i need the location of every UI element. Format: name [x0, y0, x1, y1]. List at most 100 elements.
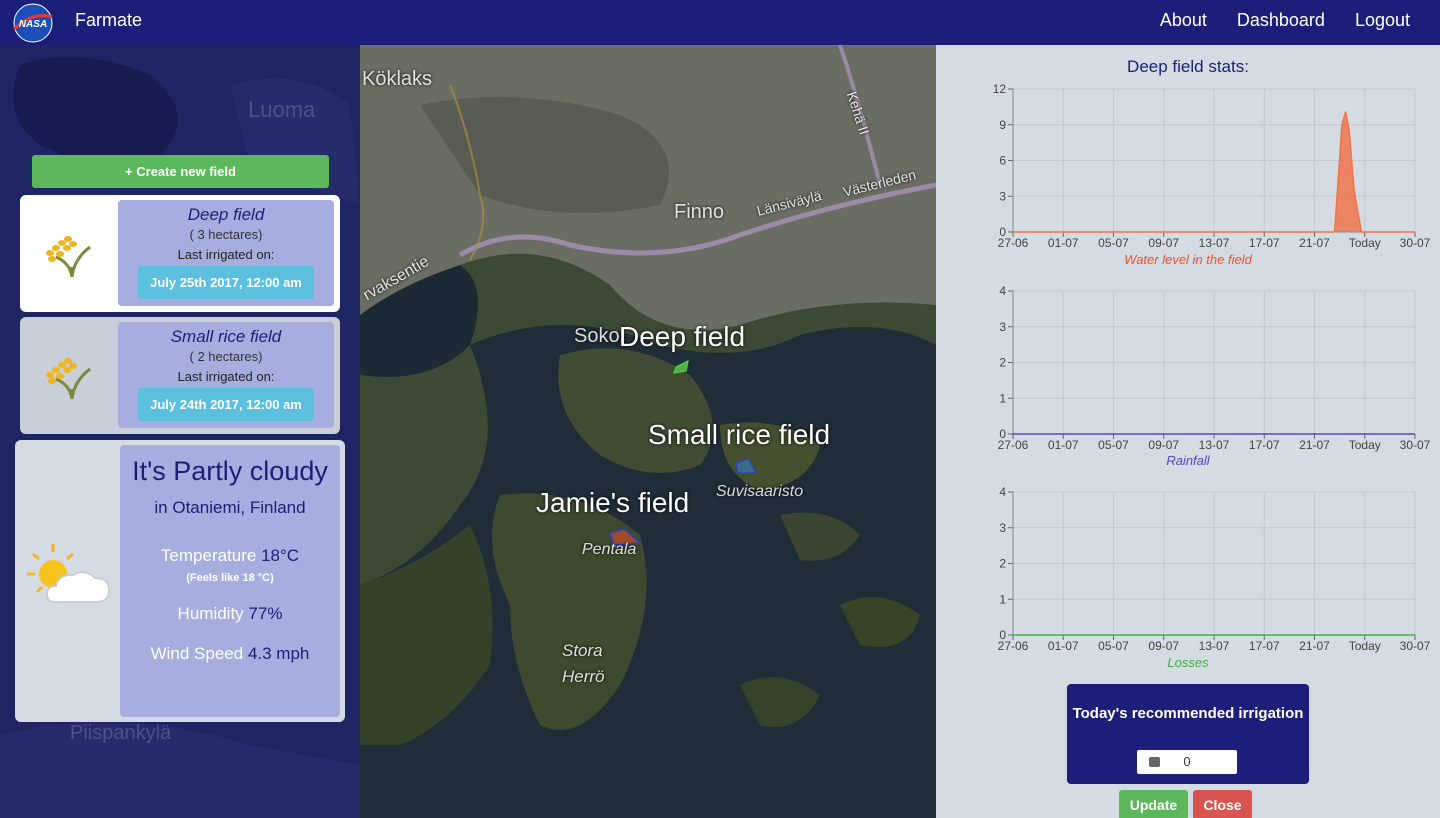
- x-tick-label: 05-07: [1098, 438, 1129, 452]
- map-place-soko: Soko: [574, 325, 620, 347]
- x-tick-label: 21-07: [1299, 639, 1330, 653]
- last-irrigated-label: Last irrigated on:: [177, 369, 275, 384]
- create-field-button[interactable]: + Create new field: [32, 155, 329, 188]
- recommended-irrigation-value: 0: [1183, 754, 1191, 769]
- y-tick-label: 2: [999, 557, 1006, 571]
- x-tick-label: 30-07: [1400, 639, 1431, 653]
- sidebar-place-luoma: Luoma: [248, 97, 316, 122]
- map-label-deep-field[interactable]: Deep field: [619, 321, 745, 353]
- x-tick-label: 17-07: [1249, 438, 1280, 452]
- water-level-svg: 03691227-06 01-07 05-07 09-07 13-07 17-07 21-0…: [993, 82, 1431, 250]
- temperature-label: Temperature: [160, 546, 257, 565]
- nav-dashboard[interactable]: Dashboard: [1237, 10, 1325, 31]
- feels-like: (Feels like 18 °C): [186, 572, 274, 584]
- y-tick-label: 3: [999, 189, 1006, 203]
- field-info-small-rice: Small rice field ( 2 hectares) Last irri…: [118, 322, 334, 428]
- sidebar-place-piispankyla: Piispankylä: [70, 722, 172, 744]
- x-tick-label: 17-07: [1249, 236, 1280, 250]
- x-tick-label: 01-07: [1048, 438, 1079, 452]
- x-tick-label: 21-07: [1299, 438, 1330, 452]
- recommended-irrigation-input[interactable]: 0: [1137, 750, 1237, 774]
- y-tick-label: 9: [999, 118, 1006, 132]
- x-tick-label: Today: [1349, 438, 1381, 452]
- svg-text:NASA: NASA: [19, 19, 47, 30]
- x-tick-label: 01-07: [1048, 639, 1079, 653]
- stats-panel: Deep field stats: 0 3 6 9 12 27-06 01-07 05-07 0…: [936, 45, 1440, 818]
- rainfall-svg: 0123427-06 01-07 05-07 09-07 13-07 17-07 21-07…: [998, 284, 1431, 452]
- weather-card: It's Partly cloudy in Otaniemi, Finland …: [15, 440, 345, 722]
- y-tick-label: 3: [999, 521, 1006, 535]
- x-tick-label: 27-06: [998, 236, 1029, 250]
- chart-water-level: 0 3 6 9 12 27-06 01-07 05-07 09-07 13-07 17-07 21-0…: [936, 75, 1440, 250]
- y-tick-label: 1: [999, 391, 1006, 405]
- map-place-koklaks: Köklaks: [362, 68, 433, 90]
- x-tick-label: 30-07: [1400, 236, 1431, 250]
- rice-plant-icon: [46, 358, 91, 400]
- y-tick-label: 4: [999, 284, 1006, 298]
- field-name: Deep field: [187, 205, 265, 224]
- weather-location: in Otaniemi, Finland: [154, 498, 306, 517]
- field-card-deep[interactable]: Deep field ( 3 hectares) Last irrigated …: [20, 195, 340, 312]
- nasa-logo[interactable]: NASA: [12, 3, 54, 43]
- weather-humidity: Humidity 77%: [120, 604, 340, 624]
- field-name: Small rice field: [170, 327, 282, 346]
- y-tick-label: 1: [999, 592, 1006, 606]
- x-tick-label: 21-07: [1299, 236, 1330, 250]
- x-tick-label: 13-07: [1199, 236, 1230, 250]
- nav-about[interactable]: About: [1160, 10, 1207, 31]
- nav-links: About Dashboard Logout: [1160, 10, 1410, 31]
- wind-value: 4.3 mph: [247, 644, 310, 663]
- close-button[interactable]: Close: [1193, 790, 1252, 818]
- weather-temperature: Temperature 18°C: [120, 546, 340, 566]
- update-button[interactable]: Update: [1119, 790, 1188, 818]
- x-tick-label: 05-07: [1098, 639, 1129, 653]
- chart-caption-losses: Losses: [1167, 655, 1209, 670]
- humidity-label: Humidity: [177, 604, 244, 623]
- last-irrigated-date[interactable]: July 25th 2017, 12:00 am: [138, 266, 314, 299]
- x-tick-label: 01-07: [1048, 236, 1079, 250]
- input-handle-icon: [1149, 757, 1160, 767]
- map-place-finno: Finno: [674, 201, 725, 223]
- x-tick-label: 13-07: [1199, 438, 1230, 452]
- sidebar: Luoma Piispankylä + Create new field Dee…: [0, 45, 360, 818]
- chart-losses: 0 1 2 3 4 27-06 01-07 05-07 09-07 13-07 17-07 21-07…: [936, 478, 1440, 653]
- weather-info: It's Partly cloudy in Otaniemi, Finland …: [120, 445, 340, 717]
- satellite-map[interactable]: Köklaks Kehä II Finno Länsiväylä Västerl…: [360, 45, 936, 818]
- x-tick-label: 13-07: [1199, 639, 1230, 653]
- map-label-small-rice-field[interactable]: Small rice field: [648, 419, 830, 451]
- x-tick-label: 09-07: [1148, 639, 1179, 653]
- x-tick-label: 17-07: [1249, 639, 1280, 653]
- last-irrigated-label: Last irrigated on:: [177, 247, 275, 262]
- y-tick-label: 12: [993, 82, 1007, 96]
- chart-rainfall: 0 1 2 3 4 27-06 01-07 05-07 09-07 13-07 17-07 21-07…: [936, 277, 1440, 452]
- top-navbar: NASA Farmate About Dashboard Logout: [0, 0, 1440, 45]
- nav-logout[interactable]: Logout: [1355, 10, 1410, 31]
- last-irrigated-date[interactable]: July 24th 2017, 12:00 am: [138, 388, 314, 421]
- x-tick-label: Today: [1349, 639, 1381, 653]
- temperature-value: 18°C: [261, 546, 300, 565]
- y-tick-label: 2: [999, 356, 1006, 370]
- wind-label: Wind Speed: [150, 644, 244, 663]
- recommended-irrigation-title: Today's recommended irrigation: [1072, 705, 1304, 722]
- field-size: ( 2 hectares): [189, 349, 263, 364]
- map-place-stora: Stora: [562, 641, 603, 660]
- weather-wind: Wind Speed 4.3 mph: [120, 644, 340, 664]
- field-info-deep: Deep field ( 3 hectares) Last irrigated …: [118, 200, 334, 306]
- map-place-herro: Herrö: [562, 667, 605, 686]
- weather-condition: It's Partly cloudy: [132, 456, 328, 486]
- chart-caption-water: Water level in the field: [1124, 252, 1252, 267]
- field-size: ( 3 hectares): [189, 227, 263, 242]
- humidity-value: 77%: [248, 604, 283, 623]
- stats-title: Deep field stats:: [1127, 57, 1249, 76]
- y-tick-label: 6: [999, 154, 1006, 168]
- recommended-irrigation-box: Today's recommended irrigation 0: [1067, 684, 1309, 784]
- chart-caption-rainfall: Rainfall: [1166, 453, 1210, 468]
- losses-svg: 0123427-06 01-07 05-07 09-07 13-07 17-07 21-07…: [998, 485, 1431, 653]
- brand-name[interactable]: Farmate: [75, 10, 142, 31]
- x-tick-label: 27-06: [998, 639, 1029, 653]
- x-tick-label: 05-07: [1098, 236, 1129, 250]
- rice-plant-icon: [46, 236, 91, 278]
- map-label-jamies-field[interactable]: Jamie's field: [536, 487, 689, 519]
- field-card-small-rice[interactable]: Small rice field ( 2 hectares) Last irri…: [20, 317, 340, 434]
- map-place-pentala: Pentala: [582, 541, 637, 558]
